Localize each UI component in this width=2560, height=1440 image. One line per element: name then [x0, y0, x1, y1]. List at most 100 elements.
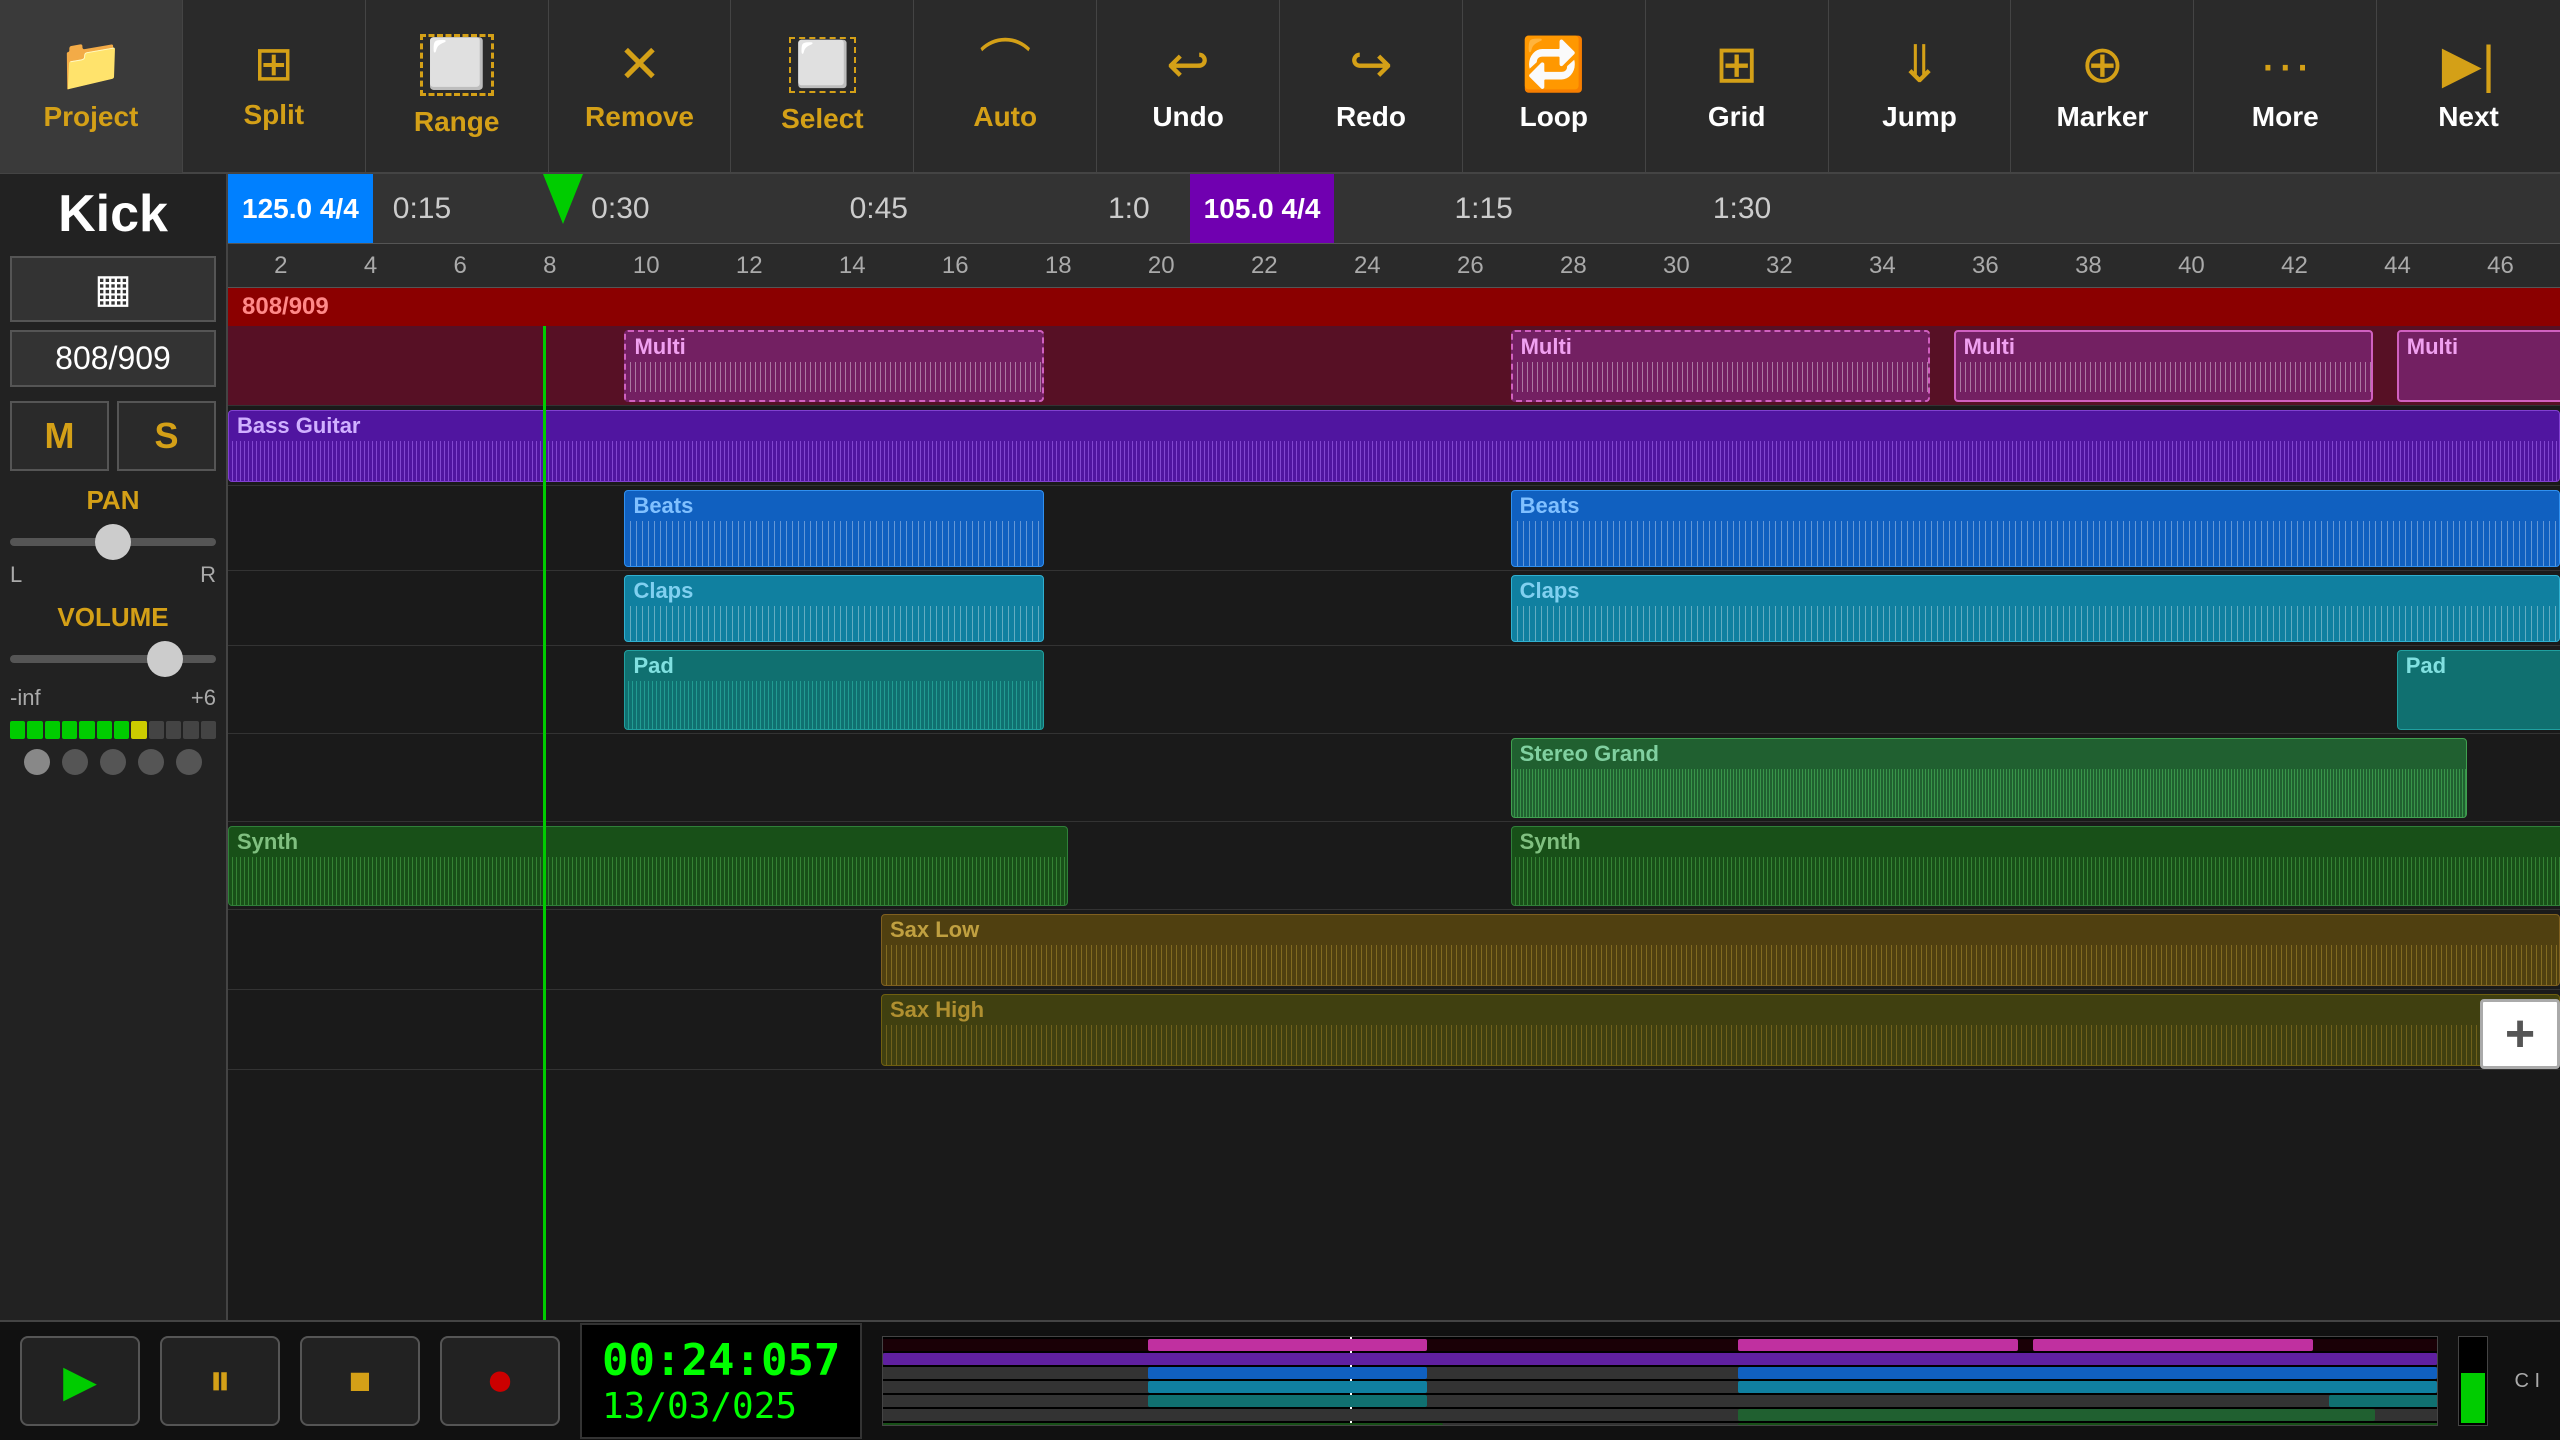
toolbar-select[interactable]: ⬜ Select [731, 0, 914, 173]
mini-track-1 [883, 1339, 2437, 1351]
clip-beats-1[interactable]: Beats [624, 490, 1044, 567]
clip-claps-2[interactable]: Claps [1511, 575, 2560, 642]
beat-30: 30 [1663, 252, 1690, 280]
clip-sax-high[interactable]: Sax High [881, 994, 2560, 1066]
marker-label: Marker [2056, 101, 2148, 133]
fx-dot-3[interactable] [100, 749, 126, 775]
toolbar: 📁 Project ⊞ Split ⬜ Range ✕ Remove ⬜ Sel… [0, 0, 2560, 174]
mini-clip-1b [1738, 1339, 2018, 1351]
pan-thumb[interactable] [95, 524, 131, 560]
track-row-synth: Synth Synth [228, 822, 2560, 910]
clip-multi-4-label: Multi [2399, 332, 2560, 362]
clip-multi-3[interactable]: Multi [1954, 330, 2374, 402]
mini-clip-2 [883, 1353, 2437, 1365]
vol-min-label: -inf [10, 685, 41, 711]
undo-label: Undo [1152, 101, 1224, 133]
volume-label: VOLUME [10, 602, 216, 633]
clip-multi-2-wave [1513, 362, 1929, 392]
grid-icon: ⊞ [1715, 39, 1759, 91]
ruler-time-115: 1:15 [1434, 192, 1532, 226]
left-panel: Kick ▦ 808/909 M S PAN L R VOLUME -inf [0, 174, 228, 1320]
stop-icon: ⏹ [349, 1356, 371, 1406]
track-id-button[interactable]: 808/909 [10, 330, 216, 387]
pan-track [10, 538, 216, 546]
toolbar-project[interactable]: 📁 Project [0, 0, 183, 173]
toolbar-marker[interactable]: ⊕ Marker [2011, 0, 2194, 173]
toolbar-split[interactable]: ⊞ Split [183, 0, 366, 173]
mini-track-2 [883, 1353, 2437, 1365]
clip-claps-2-label: Claps [1512, 576, 2559, 606]
clip-claps-1[interactable]: Claps [624, 575, 1044, 642]
toolbar-range[interactable]: ⬜ Range [366, 0, 549, 173]
section-label: 808/909 [242, 293, 329, 321]
mini-clip-3a [1148, 1367, 1428, 1379]
vu-bar-10 [166, 721, 181, 739]
grid-label: Grid [1708, 101, 1766, 133]
marker-icon: ⊕ [2081, 39, 2125, 91]
toolbar-more[interactable]: ··· More [2194, 0, 2377, 173]
split-label: Split [243, 99, 304, 131]
mute-button[interactable]: M [10, 401, 109, 471]
vol-max-label: +6 [191, 685, 216, 711]
time-main: 00:24:057 [602, 1335, 840, 1386]
toolbar-redo[interactable]: ↪ Redo [1280, 0, 1463, 173]
clip-synth-2[interactable]: Synth [1511, 826, 2560, 906]
fx-dot-5[interactable] [176, 749, 202, 775]
toolbar-next[interactable]: ▶| Next [2377, 0, 2560, 173]
clip-synth-1[interactable]: Synth [228, 826, 1068, 906]
beat-14: 14 [839, 252, 866, 280]
clip-multi-2[interactable]: Multi [1511, 330, 1931, 402]
jump-icon: ⇓ [1898, 39, 1942, 91]
beat-28: 28 [1560, 252, 1587, 280]
select-icon: ⬜ [789, 37, 856, 93]
toolbar-loop[interactable]: 🔁 Loop [1463, 0, 1646, 173]
toolbar-grid[interactable]: ⊞ Grid [1646, 0, 1829, 173]
clip-pad-1[interactable]: Pad [624, 650, 1044, 730]
clip-multi-3-label: Multi [1956, 332, 2372, 362]
play-button[interactable]: ▶ [20, 1336, 140, 1426]
stop-button[interactable]: ⏹ [300, 1336, 420, 1426]
toolbar-jump[interactable]: ⇓ Jump [1829, 0, 2012, 173]
fx-dot-2[interactable] [62, 749, 88, 775]
fx-dot-4[interactable] [138, 749, 164, 775]
clip-beats-2[interactable]: Beats [1511, 490, 2560, 567]
remove-label: Remove [585, 101, 694, 133]
fx-dots-row [10, 749, 216, 775]
clip-bass-guitar[interactable]: Bass Guitar [228, 410, 2560, 482]
track-row-pad: Pad Pad [228, 646, 2560, 734]
solo-button[interactable]: S [117, 401, 216, 471]
pan-slider[interactable]: L R [10, 522, 216, 596]
volume-thumb[interactable] [147, 641, 183, 677]
pause-button[interactable]: ⏸ [160, 1336, 280, 1426]
clip-sax-low[interactable]: Sax Low [881, 914, 2560, 986]
clip-multi-1[interactable]: Multi [624, 330, 1044, 402]
clip-pad-2[interactable]: Pad [2397, 650, 2560, 730]
next-label: Next [2438, 101, 2499, 133]
volume-slider[interactable] [10, 639, 216, 679]
record-button[interactable]: ⏺ [440, 1336, 560, 1426]
time-sub: 13/03/025 [602, 1386, 840, 1427]
mini-timeline[interactable] [882, 1336, 2438, 1426]
time-display: 00:24:057 13/03/025 [580, 1323, 862, 1439]
beat-2: 2 [274, 252, 287, 280]
clip-multi-4[interactable]: Multi [2397, 330, 2560, 402]
split-icon: ⊞ [254, 41, 294, 89]
toolbar-auto[interactable]: ⌒ Auto [914, 0, 1097, 173]
drum-pattern-button[interactable]: ▦ [10, 256, 216, 322]
beat-46: 46 [2487, 252, 2514, 280]
tracks-container: Multi Multi Multi Multi [228, 326, 2560, 1320]
clip-claps-2-wave [1512, 606, 2559, 641]
clip-synth-1-label: Synth [229, 827, 1067, 857]
fx-dot-1[interactable] [24, 749, 50, 775]
vu-bar-12 [201, 721, 216, 739]
mini-track-6 [883, 1409, 2437, 1421]
track-row-drums: Multi Multi Multi Multi [228, 326, 2560, 406]
toolbar-remove[interactable]: ✕ Remove [549, 0, 732, 173]
mini-clip-7b [1738, 1423, 2438, 1426]
clip-stereo-grand[interactable]: Stereo Grand [1511, 738, 2467, 818]
mini-track-7 [883, 1423, 2437, 1426]
add-clip-button[interactable]: + [2480, 999, 2560, 1069]
ruler[interactable]: 125.0 4/4 0:15 0:30 0:45 1:0 105.0 4/4 1… [228, 174, 2560, 244]
toolbar-undo[interactable]: ↩ Undo [1097, 0, 1280, 173]
range-icon: ⬜ [420, 34, 494, 96]
